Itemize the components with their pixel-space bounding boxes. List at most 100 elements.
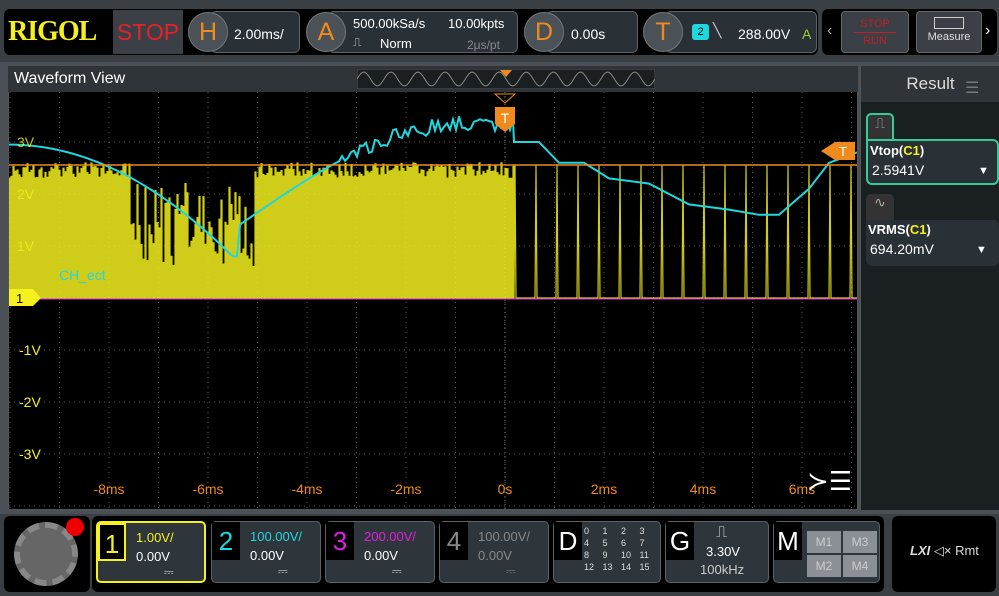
- channel-number: 1: [98, 523, 126, 561]
- volt-label: 2V: [17, 186, 35, 202]
- time-label: -2ms: [390, 481, 421, 497]
- digital-bit: 11: [639, 550, 649, 560]
- math-m4-button[interactable]: M4: [843, 555, 877, 577]
- menu-icon[interactable]: ☰: [965, 78, 979, 98]
- digital-bit: 7: [639, 538, 645, 548]
- dc-coupling-icon: ⎓: [278, 564, 288, 578]
- timebase-value: 2.00ms/: [234, 26, 284, 42]
- channel-3-box[interactable]: 3 200.00V/0.00V ⎓: [325, 521, 435, 583]
- remote-indicator: Rmt: [955, 543, 979, 558]
- time-label: 2ms: [591, 481, 617, 497]
- mute-icon[interactable]: ◁×: [934, 543, 952, 558]
- math-m3-button[interactable]: M3: [843, 531, 877, 553]
- channel-4-box[interactable]: 4 100.00V/0.00V ⎓: [439, 521, 549, 583]
- stop-label: STOP: [860, 18, 890, 30]
- channel-number: 4: [440, 522, 468, 560]
- channel-scale: 200.00V/: [364, 529, 417, 544]
- generator-box[interactable]: G ⎍ 3.30V 100kHz: [665, 521, 769, 583]
- delay-value: 0.00s: [571, 26, 606, 42]
- channel-scale: 100.00V/: [250, 529, 303, 544]
- ch1-ground-label: 1: [16, 291, 23, 306]
- acquire-button[interactable]: A: [306, 12, 346, 52]
- dropdown-icon[interactable]: ▼: [978, 165, 989, 177]
- measure-close: ): [919, 143, 925, 158]
- waveform-plot[interactable]: T T 1 CH_ect 3V 2V 1V -1V -2V -3V -8ms -6ms -4ms…: [9, 92, 857, 509]
- lxi-icon: LXI: [910, 543, 931, 558]
- home-button[interactable]: [4, 516, 90, 592]
- ruler-icon: [934, 17, 964, 29]
- channel-1-box[interactable]: 1 1.00V/0.00V ⎓: [96, 521, 206, 583]
- dropdown-icon[interactable]: ▼: [976, 244, 987, 256]
- rms-measure-icon: ∿: [866, 194, 894, 220]
- delay-button[interactable]: D: [524, 12, 564, 52]
- menu-collapse-icon[interactable]: ≻☰: [807, 466, 852, 496]
- trigger-position-marker[interactable]: [493, 93, 517, 104]
- digital-bit: 14: [621, 562, 632, 572]
- time-label: -4ms: [291, 481, 322, 497]
- math-box[interactable]: M M1 M3 M2 M4: [773, 521, 880, 583]
- digital-box[interactable]: D 0 1 2 3 4 5 6 7 8 9 10 11 12 13 14 15: [553, 521, 661, 583]
- acq-mode: Norm: [380, 36, 412, 51]
- generator-frequency: 100kHz: [700, 562, 745, 577]
- time-label: 0s: [498, 481, 513, 497]
- square-wave-icon: ⎍: [716, 524, 728, 541]
- waveform-header: Waveform View: [8, 66, 858, 92]
- time-label: -6ms: [192, 481, 223, 497]
- volt-label: -3V: [19, 446, 41, 462]
- trigger-button[interactable]: T: [643, 12, 683, 52]
- generator-amplitude: 3.30V: [706, 544, 740, 559]
- status-area: LXI ◁× Rmt: [892, 516, 996, 592]
- measure-value: 2.5941V: [872, 162, 925, 178]
- measure-button[interactable]: Measure: [916, 11, 982, 53]
- measure-name: Vtop(: [870, 143, 904, 158]
- digital-bit: 9: [602, 550, 608, 560]
- channel-2-box[interactable]: 2 100.00V/0.00V ⎓: [211, 521, 321, 583]
- stop-run-button[interactable]: STOP RUN: [841, 11, 909, 53]
- measure-source: C1: [903, 143, 920, 158]
- trigger-source-badge: 2: [692, 24, 709, 40]
- pulse-icon: ⎍: [353, 35, 362, 49]
- dc-coupling-icon: ⎓: [164, 565, 174, 579]
- run-stop-status[interactable]: STOP: [113, 10, 183, 54]
- trigger-marker-label: T: [501, 110, 510, 126]
- digital-bit: 5: [602, 538, 608, 548]
- digital-bit: 15: [639, 562, 650, 572]
- chevron-right-icon[interactable]: ›: [985, 22, 990, 40]
- channel-scale: 1.00V/: [136, 530, 174, 545]
- digital-bit: 13: [602, 562, 613, 572]
- memory-depth: 10.00kpts: [448, 16, 505, 31]
- sample-rate: 500.00kSa/s: [353, 16, 426, 31]
- trigger-level-marker-label: T: [839, 144, 847, 159]
- memory-overview-bar[interactable]: [357, 69, 655, 89]
- channel-number: 2: [212, 522, 240, 560]
- channel-label: CH_ect: [59, 267, 106, 283]
- chevron-left-icon[interactable]: ‹: [827, 22, 832, 40]
- digital-bit: 10: [621, 550, 632, 560]
- digital-bit: 8: [584, 550, 590, 560]
- measure-item-vtop[interactable]: Vtop(C1) 2.5941V ▼: [866, 139, 999, 185]
- math-label: M: [774, 522, 802, 560]
- digital-bit: 1: [602, 526, 608, 536]
- trigger-level-marker[interactable]: [821, 142, 855, 160]
- falling-edge-icon: ╲: [713, 22, 722, 38]
- digital-bit: 4: [584, 538, 590, 548]
- math-m1-button[interactable]: M1: [807, 531, 841, 553]
- time-per-point: 2μs/pt: [467, 38, 500, 52]
- rigol-logo: RIGOL: [8, 16, 97, 47]
- trigger-mode: A: [802, 26, 812, 42]
- horizontal-button[interactable]: H: [188, 12, 228, 52]
- math-m2-button[interactable]: M2: [807, 555, 841, 577]
- channel-offset: 0.00V: [478, 548, 512, 563]
- channel-offset: 0.00V: [250, 548, 284, 563]
- digital-label: D: [554, 522, 582, 560]
- measure-item-vrms[interactable]: VRMS(C1) 694.20mV ▼: [866, 220, 999, 266]
- measure-name: VRMS(: [868, 222, 910, 237]
- digital-bit: 2: [621, 526, 627, 536]
- measure-close: ): [926, 222, 931, 237]
- ch1-trace: [9, 162, 857, 299]
- channel-offset: 0.00V: [136, 549, 170, 564]
- notification-dot: [66, 518, 84, 536]
- dc-coupling-icon: ⎓: [506, 564, 516, 578]
- run-label: RUN: [854, 32, 896, 47]
- top-bar: RIGOL STOP H 2.00ms/ A 500.00kSa/s 10.00…: [0, 0, 999, 62]
